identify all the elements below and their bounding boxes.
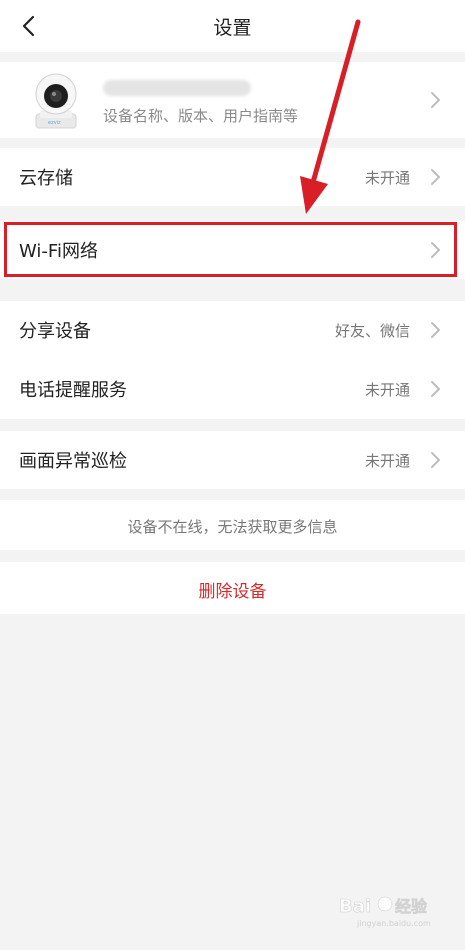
sharing-section: 分享设备 好友、微信 电话提醒服务 未开通 <box>0 301 465 419</box>
image-patrol-label: 画面异常巡检 <box>19 451 127 472</box>
svg-text:ezviz: ezviz <box>48 120 61 126</box>
share-device-value: 好友、微信 <box>334 321 410 340</box>
device-subtitle: 设备名称、版本、用户指南等 <box>103 107 299 125</box>
share-device-label: 分享设备 <box>19 321 91 342</box>
offline-notice: 设备不在线，无法获取更多信息 <box>127 518 338 536</box>
cloud-storage-row[interactable]: 云存储 未开通 <box>0 148 465 206</box>
chevron-right-icon <box>431 381 440 397</box>
phone-alert-label: 电话提醒服务 <box>19 380 127 401</box>
svg-text:jingyan.baidu.com: jingyan.baidu.com <box>356 919 431 928</box>
delete-device-label: 删除设备 <box>198 582 267 602</box>
baidu-watermark-logo: Bai 经验 jingyan.baidu.com <box>339 896 431 928</box>
device-info-row[interactable]: ezviz 设备名称、版本、用户指南等 <box>0 62 465 138</box>
offline-notice-section: 设备不在线，无法获取更多信息 <box>0 500 465 550</box>
page-title: 设置 <box>213 17 252 39</box>
chevron-right-icon <box>431 92 440 108</box>
image-patrol-status: 未开通 <box>364 451 410 470</box>
top-nav-bar: 设置 <box>0 0 465 52</box>
wifi-network-row[interactable]: Wi-Fi网络 <box>0 221 465 279</box>
camera-device-icon: ezviz <box>35 73 77 129</box>
share-device-row[interactable]: 分享设备 好友、微信 <box>0 301 465 359</box>
cloud-storage-status: 未开通 <box>364 168 410 187</box>
cloud-storage-label: 云存储 <box>19 168 73 189</box>
image-patrol-row[interactable]: 画面异常巡检 未开通 <box>0 431 465 489</box>
wifi-network-label: Wi-Fi网络 <box>19 241 98 262</box>
chevron-right-icon <box>431 322 440 338</box>
phone-alert-status: 未开通 <box>364 380 410 399</box>
delete-device-button[interactable]: 删除设备 <box>0 562 465 614</box>
phone-alert-row[interactable]: 电话提醒服务 未开通 <box>0 360 465 418</box>
chevron-right-icon <box>431 169 440 185</box>
patrol-section: 画面异常巡检 未开通 <box>0 431 465 489</box>
cloud-storage-section: 云存储 未开通 <box>0 148 465 206</box>
svg-text:经验: 经验 <box>395 897 428 916</box>
device-name-blurred <box>103 80 251 96</box>
chevron-right-icon <box>431 242 440 258</box>
wifi-section: Wi-Fi网络 <box>0 221 465 279</box>
device-info-section: ezviz 设备名称、版本、用户指南等 <box>0 62 465 138</box>
svg-text:Bai: Bai <box>339 896 371 917</box>
chevron-right-icon <box>431 452 440 468</box>
